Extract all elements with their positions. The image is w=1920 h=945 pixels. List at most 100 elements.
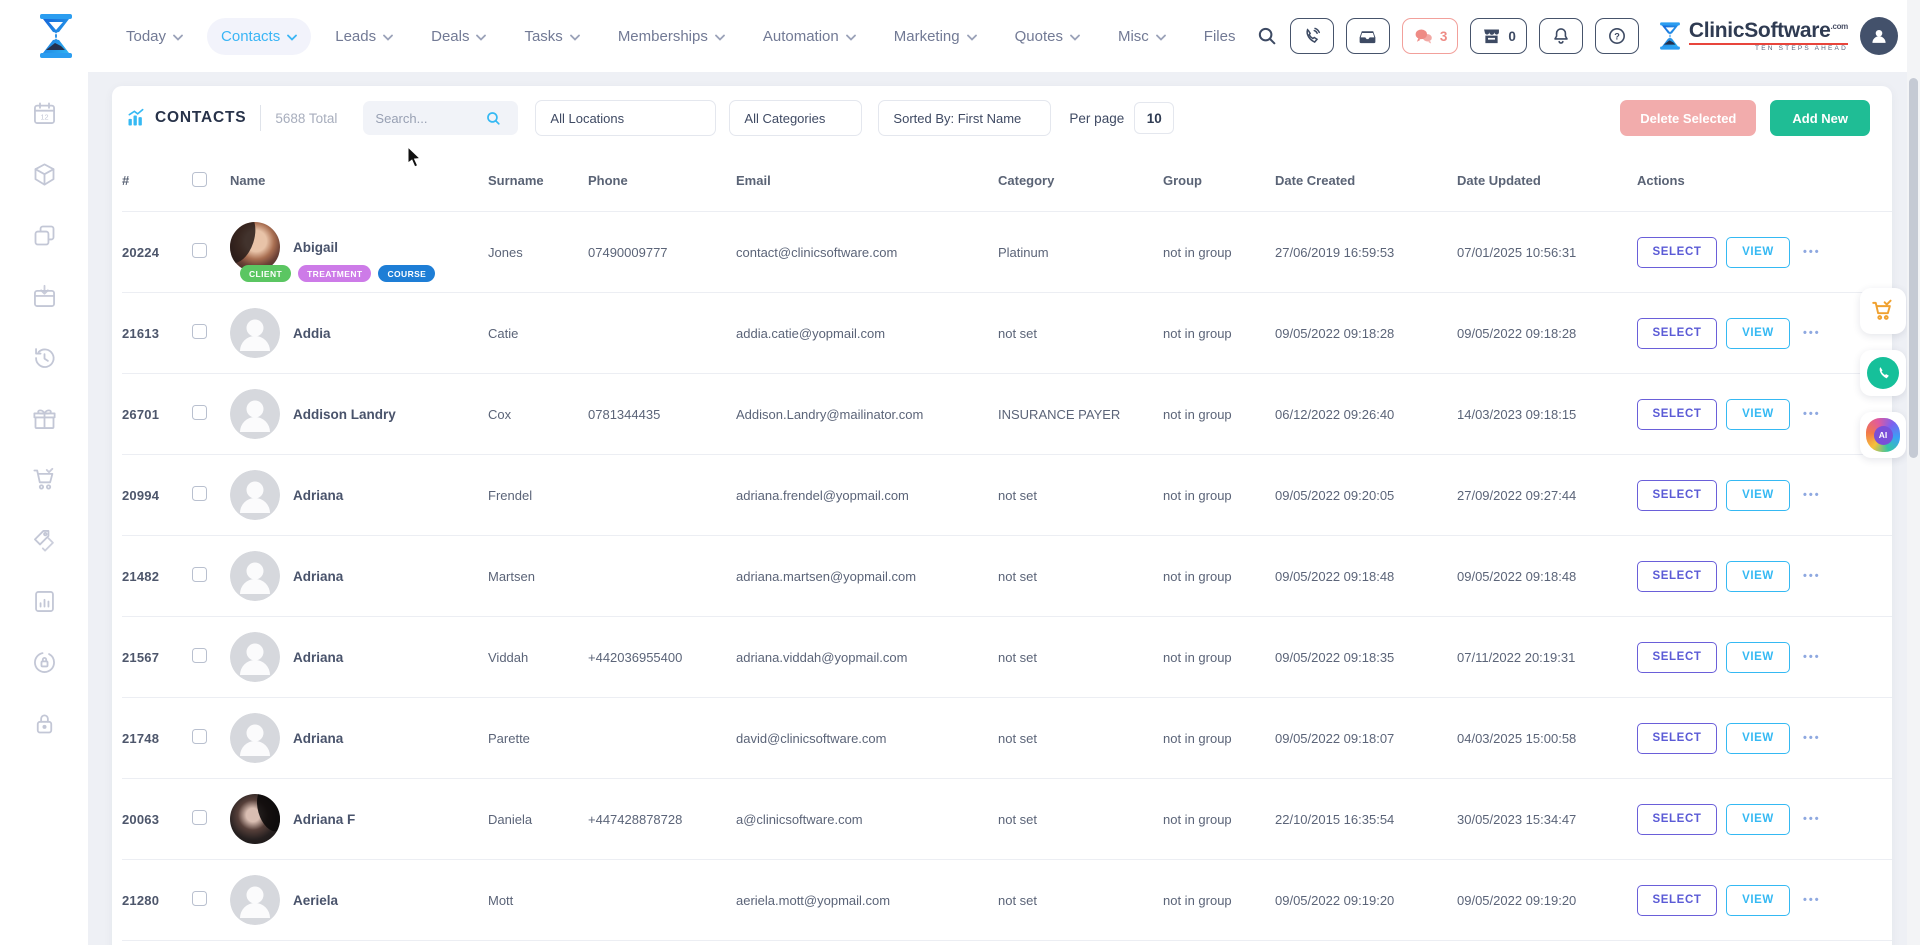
more-actions-icon[interactable]: ••• <box>1803 732 1821 744</box>
nav-item-contacts[interactable]: Contacts <box>207 18 311 55</box>
history-icon[interactable] <box>31 344 58 371</box>
table-row[interactable]: 21748 Adriana Parette david@clinicsoftwa… <box>122 698 1892 779</box>
row-checkbox[interactable] <box>192 729 207 744</box>
more-actions-icon[interactable]: ••• <box>1803 813 1821 825</box>
sort-filter[interactable]: Sorted By: First Name <box>878 100 1051 136</box>
avatar[interactable] <box>230 794 280 844</box>
view-button[interactable]: VIEW <box>1726 318 1790 349</box>
cart-orange-floating-button[interactable] <box>1860 288 1906 334</box>
table-row[interactable]: 20063 Adriana F Daniela +447428878728 a@… <box>122 779 1892 860</box>
row-checkbox[interactable] <box>192 405 207 420</box>
nav-item-automation[interactable]: Automation <box>749 18 870 55</box>
row-checkbox[interactable] <box>192 891 207 906</box>
view-button[interactable]: VIEW <box>1726 237 1790 268</box>
more-actions-icon[interactable]: ••• <box>1803 570 1821 582</box>
table-row[interactable]: 21482 Adriana Martsen adriana.martsen@yo… <box>122 536 1892 617</box>
user-avatar[interactable] <box>1860 17 1898 55</box>
avatar[interactable] <box>230 389 280 439</box>
row-checkbox[interactable] <box>192 810 207 825</box>
table-row[interactable]: 26701 Addison Landry Cox 0781344435 Addi… <box>122 374 1892 455</box>
avatar[interactable] <box>230 713 280 763</box>
row-checkbox[interactable] <box>192 567 207 582</box>
table-row[interactable]: 20224 Abigail CLIENTTREATMENTCOURSE Jone… <box>122 212 1892 293</box>
search-icon[interactable] <box>1256 25 1278 47</box>
view-button[interactable]: VIEW <box>1726 561 1790 592</box>
row-checkbox[interactable] <box>192 648 207 663</box>
notifications-button[interactable] <box>1539 18 1583 54</box>
more-actions-icon[interactable]: ••• <box>1803 651 1821 663</box>
more-actions-icon[interactable]: ••• <box>1803 894 1821 906</box>
nav-item-misc[interactable]: Misc <box>1104 18 1180 55</box>
more-actions-icon[interactable]: ••• <box>1803 408 1821 420</box>
whatsapp-floating-button[interactable] <box>1860 350 1906 396</box>
search-field[interactable] <box>363 101 518 135</box>
nav-item-tasks[interactable]: Tasks <box>510 18 593 55</box>
avatar[interactable] <box>230 470 280 520</box>
nav-item-files[interactable]: Files <box>1190 18 1250 55</box>
avatar[interactable] <box>230 632 280 682</box>
table-row[interactable]: 20994 Adriana Frendel adriana.frendel@yo… <box>122 455 1892 536</box>
page-scrollbar[interactable] <box>1907 0 1920 945</box>
table-row[interactable]: 21613 Addia Catie addia.catie@yopmail.co… <box>122 293 1892 374</box>
select-button[interactable]: SELECT <box>1637 642 1717 673</box>
select-button[interactable]: SELECT <box>1637 561 1717 592</box>
nav-item-quotes[interactable]: Quotes <box>1001 18 1094 55</box>
inbox-button[interactable] <box>1346 18 1390 54</box>
table-row[interactable]: 21280 Aeriela Mott aeriela.mott@yopmail.… <box>122 860 1892 941</box>
nav-item-leads[interactable]: Leads <box>321 18 407 55</box>
report-icon[interactable] <box>31 588 58 615</box>
app-logo[interactable] <box>0 12 112 60</box>
avatar[interactable] <box>230 308 280 358</box>
shop-button[interactable]: 0 <box>1470 18 1527 54</box>
view-button[interactable]: VIEW <box>1726 480 1790 511</box>
copy-icon[interactable] <box>31 222 58 249</box>
tags-icon[interactable] <box>31 527 58 554</box>
calendar-checkin-icon[interactable] <box>31 283 58 310</box>
cart-icon-gray[interactable] <box>31 466 58 493</box>
package-icon[interactable] <box>31 161 58 188</box>
delete-selected-button[interactable]: Delete Selected <box>1620 100 1756 136</box>
more-actions-icon[interactable]: ••• <box>1803 489 1821 501</box>
select-button[interactable]: SELECT <box>1637 723 1717 754</box>
more-actions-icon[interactable]: ••• <box>1803 327 1821 339</box>
select-button[interactable]: SELECT <box>1637 318 1717 349</box>
table-row[interactable]: 21567 Adriana Viddah +442036955400 adria… <box>122 617 1892 698</box>
svg-text:?: ? <box>1614 31 1620 41</box>
select-button[interactable]: SELECT <box>1637 237 1717 268</box>
scrollbar-thumb[interactable] <box>1909 78 1918 458</box>
view-button[interactable]: VIEW <box>1726 642 1790 673</box>
per-page-input[interactable] <box>1134 102 1174 134</box>
dialer-button[interactable] <box>1290 18 1334 54</box>
brand-logo[interactable]: ClinicSoftware.com TEN STEPS AHEAD <box>1657 20 1848 53</box>
view-button[interactable]: VIEW <box>1726 885 1790 916</box>
add-new-button[interactable]: Add New <box>1770 100 1870 136</box>
account-lock-icon[interactable] <box>31 649 58 676</box>
select-all-checkbox[interactable] <box>192 172 207 187</box>
more-actions-icon[interactable]: ••• <box>1803 246 1821 258</box>
gift-icon[interactable] <box>31 405 58 432</box>
nav-item-deals[interactable]: Deals <box>417 18 500 55</box>
row-checkbox[interactable] <box>192 486 207 501</box>
location-filter[interactable]: All Locations <box>535 100 716 136</box>
lock-icon[interactable] <box>31 710 58 737</box>
ai-floating-button[interactable]: AI <box>1860 412 1906 458</box>
calendar-icon[interactable]: 12 <box>31 100 58 127</box>
row-checkbox[interactable] <box>192 243 207 258</box>
select-button[interactable]: SELECT <box>1637 885 1717 916</box>
avatar[interactable] <box>230 551 280 601</box>
select-button[interactable]: SELECT <box>1637 480 1717 511</box>
view-button[interactable]: VIEW <box>1726 804 1790 835</box>
category-filter[interactable]: All Categories <box>729 100 862 136</box>
row-checkbox[interactable] <box>192 324 207 339</box>
messages-button[interactable]: 3 <box>1402 18 1459 54</box>
view-button[interactable]: VIEW <box>1726 723 1790 754</box>
nav-item-today[interactable]: Today <box>112 18 197 55</box>
nav-item-memberships[interactable]: Memberships <box>604 18 739 55</box>
help-button[interactable]: ? <box>1595 18 1639 54</box>
nav-item-marketing[interactable]: Marketing <box>880 18 991 55</box>
select-button[interactable]: SELECT <box>1637 804 1717 835</box>
search-input[interactable] <box>375 111 485 126</box>
avatar[interactable] <box>230 875 280 925</box>
view-button[interactable]: VIEW <box>1726 399 1790 430</box>
select-button[interactable]: SELECT <box>1637 399 1717 430</box>
